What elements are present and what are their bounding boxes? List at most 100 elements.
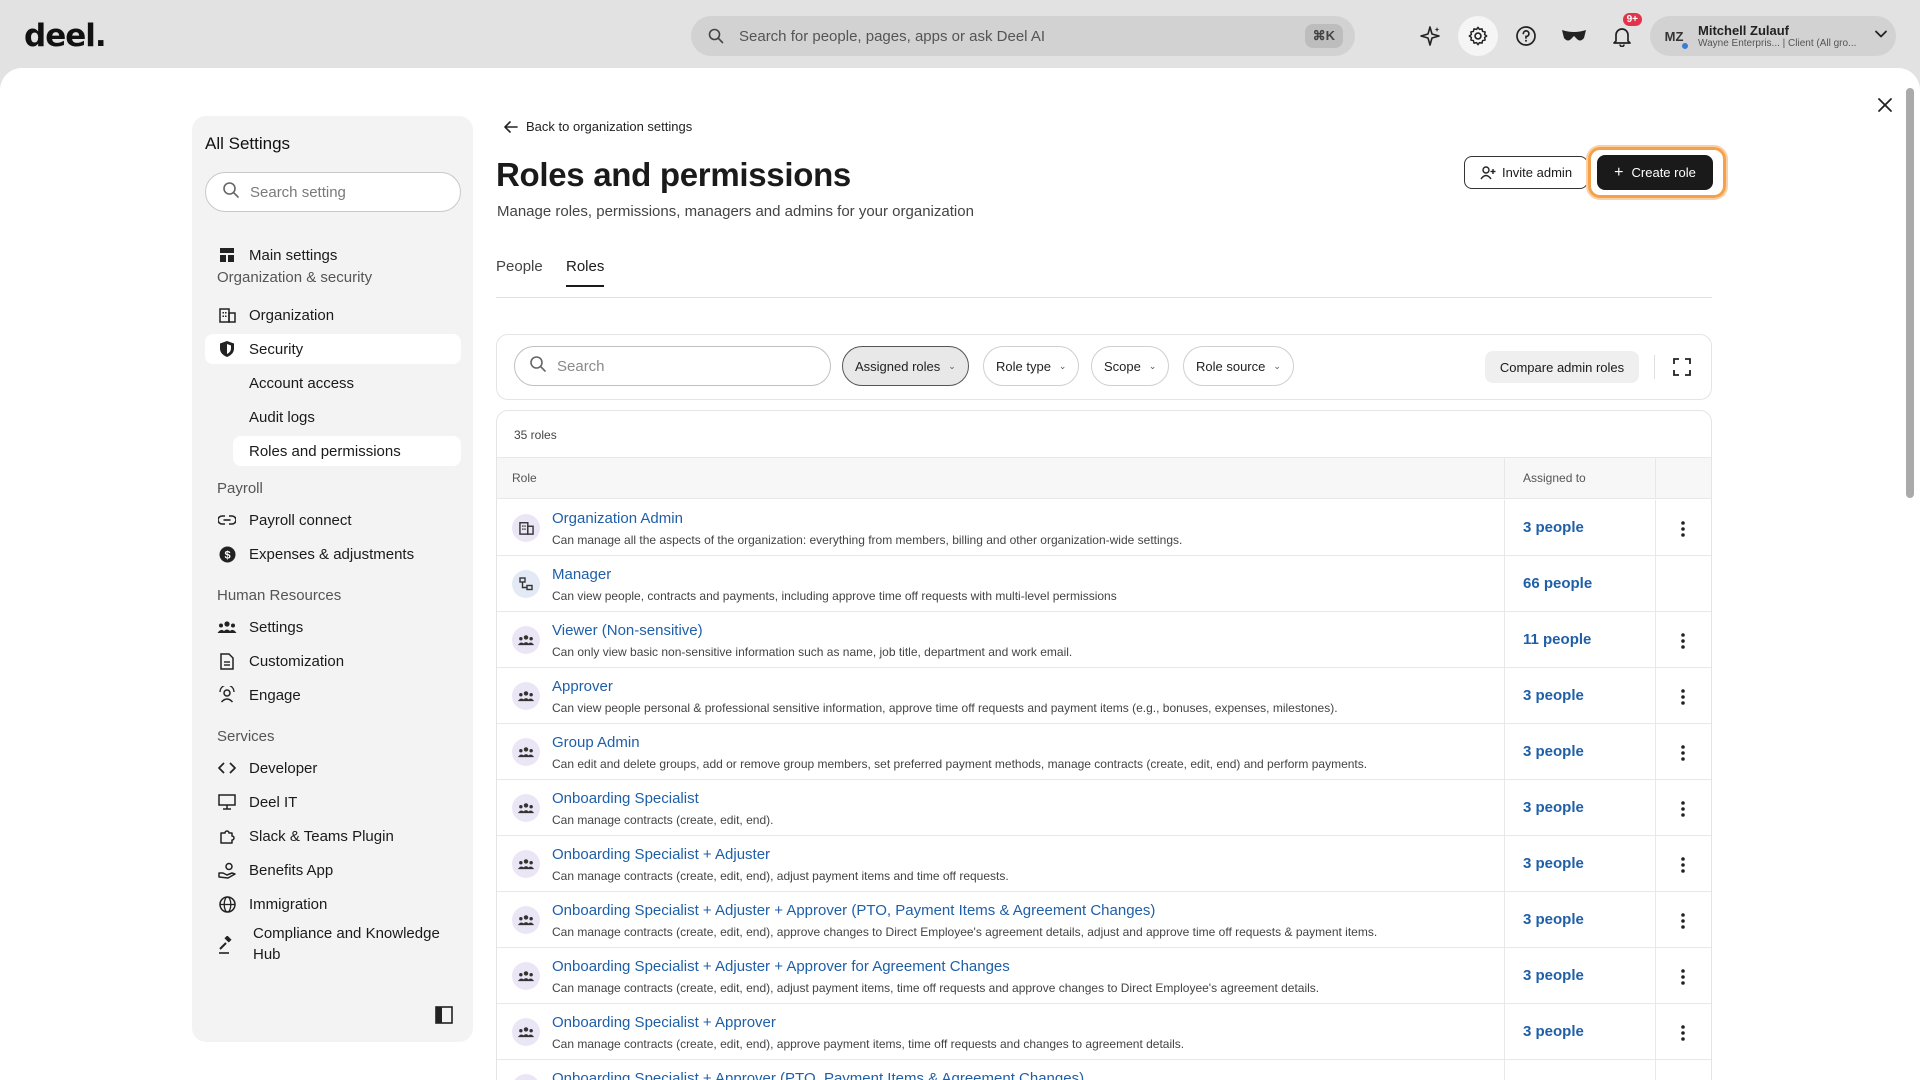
hierarchy-icon (512, 570, 540, 598)
back-link[interactable]: Back to organization settings (504, 119, 692, 134)
more-vertical-icon[interactable] (1671, 1021, 1695, 1045)
assigned-people-link[interactable]: 3 people (1523, 1023, 1584, 1040)
table-row[interactable]: Approver Can view people personal & profe… (497, 668, 1711, 724)
role-name-link[interactable]: Onboarding Specialist (552, 790, 699, 807)
more-vertical-icon[interactable] (1671, 685, 1695, 709)
more-vertical-icon[interactable] (1671, 797, 1695, 821)
deel-logo[interactable]: deel. (24, 18, 107, 54)
puzzle-icon (217, 826, 237, 846)
assigned-people-link[interactable]: 3 people (1523, 743, 1584, 760)
search-icon (222, 181, 240, 204)
people-icon (512, 738, 540, 766)
people-icon (512, 962, 540, 990)
sidebar-item-benefits-app[interactable]: Benefits App (205, 855, 461, 885)
role-name-link[interactable]: Onboarding Specialist + Approver (PTO, P… (552, 1070, 1084, 1080)
sidebar-item-immigration[interactable]: Immigration (205, 889, 461, 919)
bell-icon[interactable]: 9+ (1602, 13, 1642, 56)
sidebar-item-audit-logs[interactable]: Audit logs (205, 402, 461, 432)
more-vertical-icon[interactable] (1671, 629, 1695, 653)
assigned-people-link[interactable]: 3 people (1523, 799, 1584, 816)
user-menu[interactable]: MZ Mitchell Zulauf Wayne Enterpris... | … (1650, 16, 1896, 56)
close-icon[interactable] (1870, 90, 1900, 120)
fullscreen-icon[interactable] (1670, 355, 1694, 379)
create-role-button[interactable]: + Create role (1597, 155, 1713, 190)
table-row[interactable]: Onboarding Specialist + Adjuster Can mana… (497, 836, 1711, 892)
role-name-link[interactable]: Viewer (Non-sensitive) (552, 622, 703, 639)
more-vertical-icon[interactable] (1671, 965, 1695, 989)
more-vertical-icon[interactable] (1671, 853, 1695, 877)
table-row[interactable]: Onboarding Specialist + Approver Can mana… (497, 1004, 1711, 1060)
sidebar-item-expenses[interactable]: $ Expenses & adjustments (205, 539, 461, 569)
assigned-people-link[interactable]: 3 people (1523, 855, 1584, 872)
assigned-people-link[interactable]: 3 people (1523, 687, 1584, 704)
collapse-sidebar-icon[interactable] (435, 1006, 453, 1029)
table-row[interactable]: Manager Can view people, contracts and pa… (497, 556, 1711, 612)
column-divider (1655, 458, 1656, 498)
column-divider (1655, 892, 1656, 947)
role-name-link[interactable]: Onboarding Specialist + Approver (552, 1014, 776, 1031)
sidebar-search-placeholder: Search setting (250, 183, 346, 201)
global-search[interactable]: Search for people, pages, apps or ask De… (691, 16, 1355, 56)
help-icon[interactable] (1506, 16, 1546, 56)
table-row[interactable]: Organization Admin Can manage all the asp… (497, 500, 1711, 556)
sidebar-item-payroll-connect[interactable]: Payroll connect (205, 505, 461, 535)
sidebar-item-roles-permissions[interactable]: Roles and permissions (233, 436, 461, 466)
filter-scope[interactable]: Scope ⌄ (1091, 346, 1170, 386)
gear-icon[interactable] (1458, 16, 1498, 56)
filter-role-type[interactable]: Role type ⌄ (983, 346, 1080, 386)
sidebar-item-slack-teams[interactable]: Slack & Teams Plugin (205, 821, 461, 851)
chevron-down-icon: ⌄ (948, 360, 956, 371)
sidebar-search-input[interactable]: Search setting (205, 172, 461, 212)
code-icon (217, 758, 237, 778)
sidebar-item-engage[interactable]: Engage (205, 680, 461, 710)
compare-admin-roles-button[interactable]: Compare admin roles (1485, 351, 1639, 383)
sidebar-item-organization[interactable]: Organization (205, 300, 461, 330)
sidebar-item-main-settings[interactable]: Main settings (205, 240, 461, 270)
table-row[interactable]: Onboarding Specialist Can manage contract… (497, 780, 1711, 836)
roles-search-input[interactable]: Search (514, 346, 831, 386)
assigned-people-link[interactable]: 3 people (1523, 967, 1584, 984)
sidebar-item-compliance-hub[interactable]: Compliance and Knowledge Hub (205, 923, 461, 971)
role-name-link[interactable]: Group Admin (552, 734, 640, 751)
assigned-people-link[interactable]: 11 people (1523, 631, 1591, 648)
filter-assigned-roles[interactable]: Assigned roles ⌄ (842, 346, 969, 386)
filter-role-source[interactable]: Role source ⌄ (1183, 346, 1294, 386)
role-name-link[interactable]: Onboarding Specialist + Adjuster + Appro… (552, 902, 1155, 919)
sidebar-item-deel-it[interactable]: Deel IT (205, 787, 461, 817)
ai-sparkle-icon[interactable] (1410, 16, 1450, 56)
more-vertical-icon[interactable] (1671, 517, 1695, 541)
arrow-left-icon (504, 120, 518, 133)
table-row[interactable]: Onboarding Specialist + Adjuster + Appro… (497, 948, 1711, 1004)
tab-roles[interactable]: Roles (566, 258, 605, 287)
table-row[interactable]: Onboarding Specialist + Adjuster + Appro… (497, 892, 1711, 948)
sidebar-item-account-access[interactable]: Account access (205, 368, 461, 398)
search-shortcut: ⌘K (1304, 24, 1343, 48)
table-row[interactable]: Group Admin Can edit and delete groups, a… (497, 724, 1711, 780)
table-row[interactable]: Onboarding Specialist + Approver (PTO, P… (497, 1060, 1711, 1080)
role-name-link[interactable]: Onboarding Specialist + Adjuster + Appro… (552, 958, 1010, 975)
table-row[interactable]: Viewer (Non-sensitive) Can only view basi… (497, 612, 1711, 668)
assigned-people-link[interactable]: 66 people (1523, 575, 1592, 592)
role-name-link[interactable]: Onboarding Specialist + Adjuster (552, 846, 770, 863)
scrollbar[interactable] (1906, 88, 1914, 498)
assigned-people-link[interactable]: 3 people (1523, 519, 1584, 536)
sidebar-item-hr-settings[interactable]: Settings (205, 612, 461, 642)
role-description: Can manage contracts (create, edit, end)… (552, 813, 774, 827)
column-divider (1504, 458, 1505, 498)
role-name-link[interactable]: Manager (552, 566, 611, 583)
tab-people[interactable]: People (496, 258, 543, 285)
sidebar-item-developer[interactable]: Developer (205, 753, 461, 783)
sidebar-item-customization[interactable]: Customization (205, 646, 461, 676)
assigned-people-link[interactable]: 3 people (1523, 911, 1584, 928)
more-vertical-icon[interactable] (1671, 741, 1695, 765)
column-divider (1655, 612, 1656, 667)
invite-admin-button[interactable]: Invite admin (1464, 156, 1588, 189)
sidebar-item-security[interactable]: Security (205, 334, 461, 364)
column-divider (1655, 556, 1656, 611)
mask-icon[interactable] (1554, 16, 1594, 56)
more-vertical-icon[interactable] (1671, 909, 1695, 933)
column-divider (1655, 724, 1656, 779)
role-name-link[interactable]: Approver (552, 678, 613, 695)
roles-count: 35 roles (514, 428, 557, 442)
role-name-link[interactable]: Organization Admin (552, 510, 683, 527)
